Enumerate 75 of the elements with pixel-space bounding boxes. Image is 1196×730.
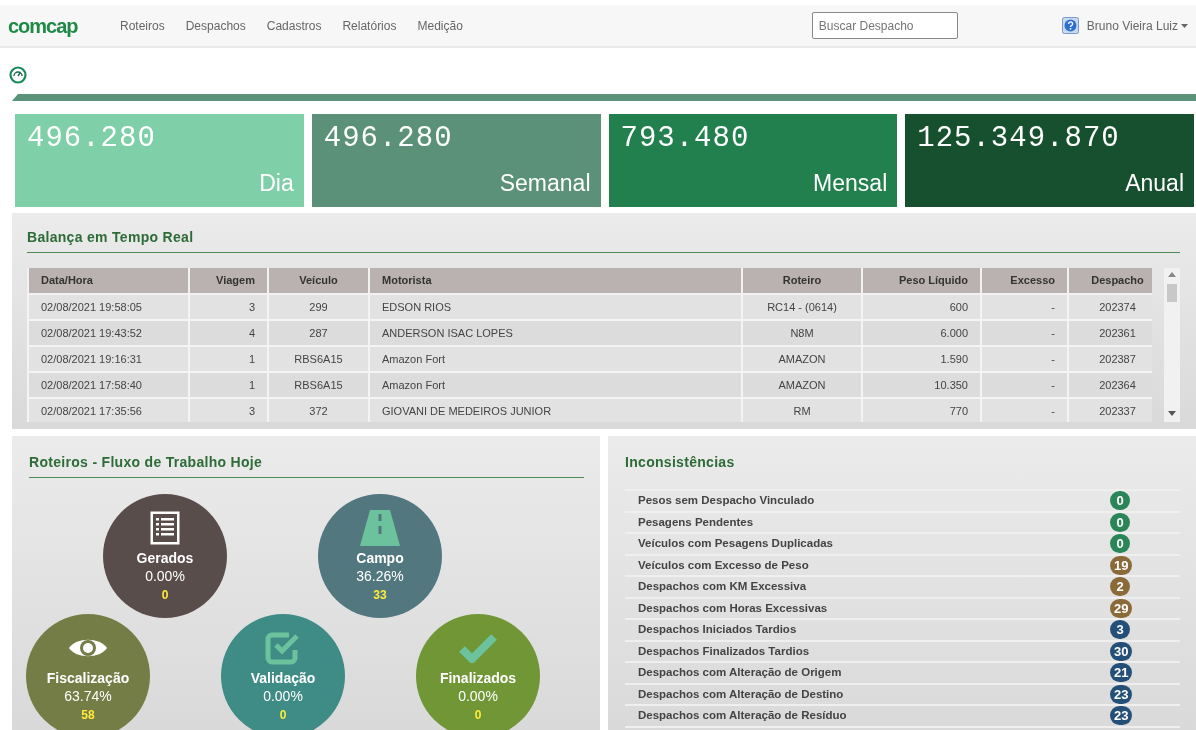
column-header: Data/Hora bbox=[28, 268, 189, 294]
stage-count: 0 bbox=[161, 586, 169, 604]
stat-label: Anual bbox=[1124, 172, 1184, 195]
nav-link[interactable]: Medição bbox=[417, 16, 463, 35]
column-header: Peso Líquido bbox=[862, 268, 981, 294]
stat-label: Mensal bbox=[812, 172, 888, 195]
column-header: Roteiro bbox=[742, 268, 862, 294]
inconsistency-label: Despachos com Alteração de Destino bbox=[638, 686, 845, 702]
check-icon bbox=[459, 633, 497, 663]
inconsistency-label: Despachos Iniciados Tardios bbox=[638, 622, 798, 638]
panel-title: Balança em Tempo Real bbox=[27, 227, 1180, 253]
inconsistency-label: Despachos com Horas Excessivas bbox=[638, 600, 829, 616]
table-cell: 02/08/2021 17:35:56 bbox=[28, 398, 189, 422]
scroll-down-icon[interactable] bbox=[1168, 411, 1177, 416]
checkbox-icon bbox=[265, 631, 301, 665]
inconsistency-label: Despachos com KM Excessiva bbox=[638, 579, 808, 595]
stage-label: Campo bbox=[356, 550, 404, 567]
stat-value: 793.480 bbox=[620, 124, 751, 153]
column-header: Viagem bbox=[189, 268, 268, 294]
nav-link[interactable]: Relatórios bbox=[342, 16, 397, 35]
stage-percent: 0.00% bbox=[458, 686, 498, 706]
stat-value: 496.280 bbox=[323, 124, 454, 153]
stage-percent: 63.74% bbox=[64, 686, 112, 706]
nav-link[interactable]: Cadastros bbox=[266, 16, 322, 35]
search-field[interactable]: Buscar Despacho bbox=[811, 12, 958, 39]
inconsistency-label: Despachos com Alteração de Origem bbox=[638, 665, 843, 681]
stage-count: 0 bbox=[279, 706, 287, 724]
count-badge: 21 bbox=[1110, 663, 1133, 683]
logo[interactable]: comcap bbox=[8, 10, 120, 41]
count-badge: 3 bbox=[1110, 620, 1130, 640]
stage-percent: 0.00% bbox=[263, 686, 303, 706]
help-icon[interactable] bbox=[1061, 17, 1079, 34]
count-badge: 23 bbox=[1110, 684, 1133, 704]
nav-link[interactable]: Despachos bbox=[185, 16, 246, 35]
inconsistency-label: Despachos Finalizados Tardios bbox=[638, 643, 811, 659]
count-badge: 19 bbox=[1110, 555, 1133, 575]
list-icon bbox=[149, 510, 181, 546]
stat-label: Dia bbox=[258, 172, 294, 195]
count-badge: 30 bbox=[1110, 641, 1133, 661]
column-header: Motorista bbox=[369, 268, 742, 294]
column-header: Excesso bbox=[981, 268, 1068, 294]
inconsistency-label: Veículos com Pesagens Duplicadas bbox=[638, 536, 834, 552]
column-header: Veículo bbox=[268, 268, 369, 294]
inconsistency-label: Pesos sem Despacho Vinculado bbox=[638, 493, 816, 509]
stage-label: Fiscalização bbox=[46, 670, 130, 687]
stage-label: Validação bbox=[250, 670, 316, 687]
panel-title: Roteiros - Fluxo de Trabalho Hoje bbox=[29, 452, 584, 478]
caret-icon bbox=[1181, 23, 1188, 28]
inconsistency-label: Pesagens Pendentes bbox=[638, 514, 755, 530]
stat-value: 125.349.870 bbox=[917, 124, 1121, 153]
count-badge: 2 bbox=[1110, 577, 1130, 597]
stat-value: 496.280 bbox=[27, 124, 157, 153]
road-icon bbox=[360, 510, 400, 546]
count-badge: 0 bbox=[1110, 534, 1130, 554]
user-menu[interactable]: Bruno Vieira Luiz bbox=[1086, 16, 1188, 35]
stat-label: Semanal bbox=[498, 172, 591, 195]
scroll-up-icon[interactable] bbox=[1168, 272, 1177, 277]
column-header: Despacho bbox=[1068, 268, 1153, 294]
stage-count: 33 bbox=[373, 586, 387, 604]
dashboard-icon bbox=[9, 66, 27, 84]
count-badge: 23 bbox=[1110, 706, 1133, 726]
count-badge: 0 bbox=[1110, 491, 1130, 511]
nav-link[interactable]: Roteiros bbox=[120, 16, 165, 35]
stage-label: Gerados bbox=[136, 550, 194, 567]
scroll-thumb[interactable] bbox=[1167, 284, 1178, 302]
panel-title: Inconsistências bbox=[625, 453, 736, 472]
stage-percent: 0.00% bbox=[145, 566, 185, 586]
inconsistency-label: Veículos com Excesso de Peso bbox=[638, 557, 810, 573]
stage-count: 58 bbox=[81, 706, 95, 724]
stage-count: 0 bbox=[474, 706, 482, 724]
count-badge: 29 bbox=[1110, 598, 1133, 618]
inconsistency-label: Despachos com Alteração de Resíduo bbox=[638, 708, 848, 724]
stage-percent: 36.26% bbox=[356, 566, 404, 586]
scrollbar[interactable] bbox=[1164, 268, 1180, 422]
stage-label: Finalizados bbox=[439, 670, 517, 687]
